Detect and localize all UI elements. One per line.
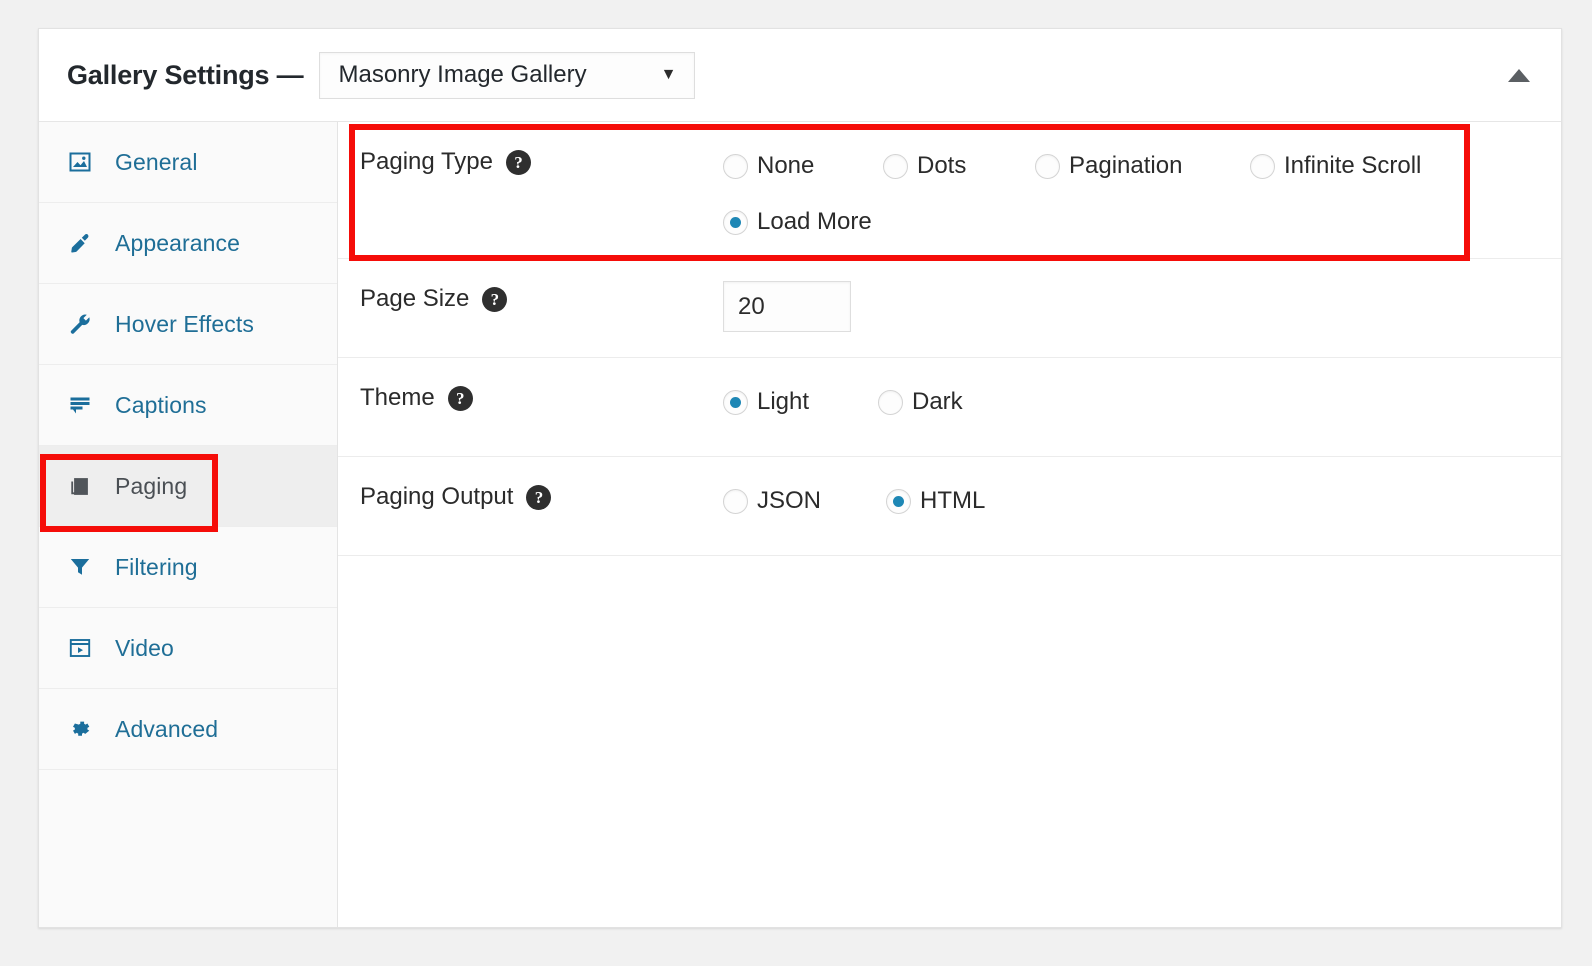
field-row-paging-output: Paging Output ? JSON HTML — [338, 457, 1561, 556]
sidebar-item-hover-effects[interactable]: Hover Effects — [39, 284, 337, 365]
theme-label: Theme — [360, 384, 435, 412]
funnel-icon — [67, 554, 93, 580]
gear-icon — [67, 716, 93, 742]
brush-icon — [67, 230, 93, 256]
page-size-input[interactable]: 20 — [723, 281, 851, 332]
radio-circle — [723, 489, 748, 514]
sidebar-item-label: Filtering — [115, 554, 198, 581]
radio-theme-light[interactable]: Light — [723, 380, 878, 424]
radio-dot — [730, 496, 741, 507]
video-icon — [67, 635, 93, 661]
sidebar-item-label: Appearance — [115, 230, 240, 257]
settings-sidebar: General Appearance — [39, 122, 338, 927]
radio-circle — [878, 390, 903, 415]
page-size-label: Page Size — [360, 285, 469, 313]
radio-paging-output-json[interactable]: JSON — [723, 479, 886, 523]
screenshot-root: Gallery Settings — Masonry Image Gallery… — [0, 0, 1592, 966]
sidebar-item-label: General — [115, 149, 198, 176]
sidebar-item-paging[interactable]: Paging — [39, 446, 337, 527]
radio-label: Light — [757, 388, 809, 416]
paging-output-options: JSON HTML — [723, 457, 1561, 523]
radio-label: Dots — [917, 152, 966, 180]
sidebar-item-advanced[interactable]: Advanced — [39, 689, 337, 770]
radio-dot — [730, 161, 741, 172]
paging-type-label: Paging Type — [360, 148, 493, 176]
help-icon[interactable]: ? — [506, 150, 531, 175]
caret-up-icon[interactable] — [1499, 55, 1539, 95]
comment-icon — [67, 392, 93, 418]
radio-circle — [723, 390, 748, 415]
radio-label: HTML — [920, 487, 985, 515]
radio-circle — [883, 154, 908, 179]
radio-paging-type-none[interactable]: None — [723, 144, 883, 188]
radio-circle — [1035, 154, 1060, 179]
page-title: Gallery Settings — — [67, 60, 303, 91]
radio-dot — [730, 217, 741, 228]
panel-header: Gallery Settings — Masonry Image Gallery… — [39, 29, 1561, 122]
radio-dot — [1257, 161, 1268, 172]
image-icon — [67, 149, 93, 175]
radio-dot — [890, 161, 901, 172]
radio-dot — [730, 397, 741, 408]
paging-output-label-wrap: Paging Output ? — [360, 457, 723, 511]
radio-circle — [1250, 154, 1275, 179]
radio-paging-type-dots[interactable]: Dots — [883, 144, 1035, 188]
gallery-select-value: Masonry Image Gallery — [338, 61, 586, 89]
wrench-icon — [67, 311, 93, 337]
sidebar-item-video[interactable]: Video — [39, 608, 337, 689]
options-row-break — [723, 188, 1561, 200]
page-size-label-wrap: Page Size ? — [360, 259, 723, 313]
radio-dot — [885, 397, 896, 408]
sidebar-item-captions[interactable]: Captions — [39, 365, 337, 446]
radio-paging-type-infinite-scroll[interactable]: Infinite Scroll — [1250, 144, 1480, 188]
sidebar-item-label: Hover Effects — [115, 311, 254, 338]
radio-dot — [893, 496, 904, 507]
help-icon[interactable]: ? — [482, 287, 507, 312]
radio-label: JSON — [757, 487, 821, 515]
radio-dot — [1042, 161, 1053, 172]
paging-type-options: None Dots Pagination Infinite Scrol — [723, 122, 1561, 244]
sidebar-item-label: Captions — [115, 392, 207, 419]
field-row-page-size: Page Size ? 20 — [338, 259, 1561, 358]
radio-circle — [886, 489, 911, 514]
theme-options: Light Dark — [723, 358, 1561, 424]
radio-theme-dark[interactable]: Dark — [878, 380, 963, 424]
help-icon[interactable]: ? — [448, 386, 473, 411]
radio-label: Infinite Scroll — [1284, 152, 1421, 180]
pages-icon — [67, 473, 93, 499]
caret-up-glyph — [1508, 69, 1530, 82]
theme-label-wrap: Theme ? — [360, 358, 723, 412]
paging-output-label: Paging Output — [360, 483, 513, 511]
field-row-theme: Theme ? Light Dark — [338, 358, 1561, 457]
field-row-paging-type: Paging Type ? None Dots — [338, 122, 1561, 259]
gallery-select[interactable]: Masonry Image Gallery ▼ — [319, 52, 695, 99]
radio-paging-type-load-more[interactable]: Load More — [723, 200, 923, 244]
panel-body: General Appearance — [39, 122, 1561, 927]
radio-label: None — [757, 152, 814, 180]
sidebar-item-label: Advanced — [115, 716, 218, 743]
settings-content: Paging Type ? None Dots — [338, 122, 1561, 927]
sidebar-item-label: Paging — [115, 473, 187, 500]
sidebar-item-filtering[interactable]: Filtering — [39, 527, 337, 608]
radio-paging-type-pagination[interactable]: Pagination — [1035, 144, 1250, 188]
radio-paging-output-html[interactable]: HTML — [886, 479, 985, 523]
radio-label: Pagination — [1069, 152, 1182, 180]
radio-label: Dark — [912, 388, 963, 416]
sidebar-item-appearance[interactable]: Appearance — [39, 203, 337, 284]
page-size-control: 20 — [723, 259, 1561, 332]
paging-type-label-wrap: Paging Type ? — [360, 122, 723, 176]
radio-label: Load More — [757, 208, 872, 236]
help-icon[interactable]: ? — [526, 485, 551, 510]
sidebar-item-general[interactable]: General — [39, 122, 337, 203]
gallery-settings-panel: Gallery Settings — Masonry Image Gallery… — [38, 28, 1562, 928]
radio-circle — [723, 154, 748, 179]
chevron-down-icon: ▼ — [661, 67, 677, 83]
sidebar-item-label: Video — [115, 635, 174, 662]
radio-circle — [723, 210, 748, 235]
